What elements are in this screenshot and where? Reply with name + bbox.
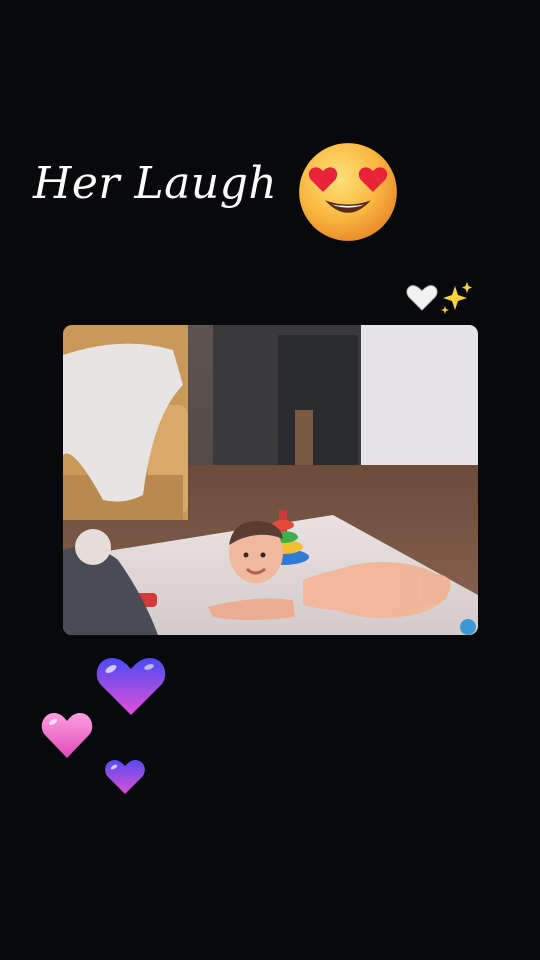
white-heart-sparkles-icon xyxy=(406,282,472,314)
small-purple-heart-icon xyxy=(105,760,145,794)
story-caption: Her Laugh xyxy=(33,158,278,209)
video-frame[interactable] xyxy=(63,325,478,635)
purple-heart-icon xyxy=(96,658,166,715)
pink-heart-icon xyxy=(41,713,93,758)
baby-video-image xyxy=(63,325,478,635)
heart-eyes-emoji-icon xyxy=(299,143,397,241)
